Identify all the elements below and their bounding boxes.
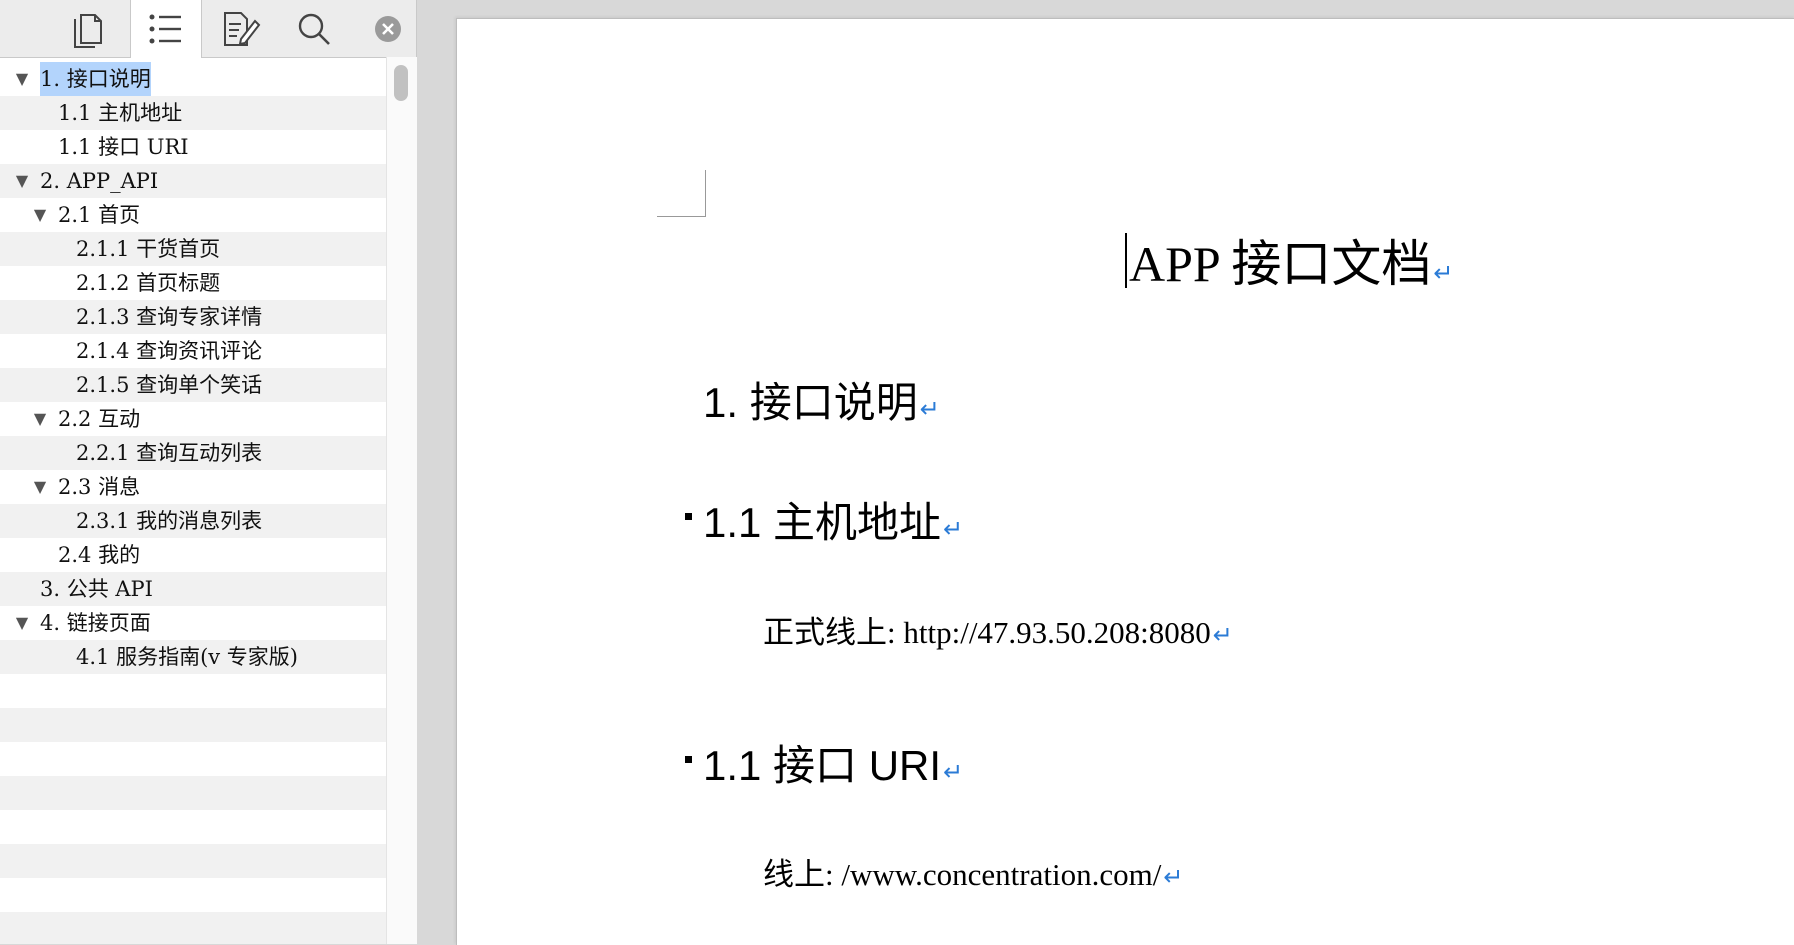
- heading-1[interactable]: 1. 接口说明↵: [703, 369, 940, 430]
- outline-item-label: 2.1.5 查询单个笑话: [76, 373, 263, 397]
- outline-empty-row: [0, 674, 386, 708]
- outline-item-label: 1.1 主机地址: [58, 101, 183, 125]
- outline-item-label: 1. 接口说明: [40, 62, 151, 96]
- outline-item[interactable]: 2.2.1 查询互动列表: [0, 436, 386, 470]
- outline-item-label: 2.1.4 查询资讯评论: [76, 339, 263, 363]
- search-icon: [295, 10, 333, 48]
- outline-item[interactable]: ▼ 2.2 互动: [0, 402, 386, 436]
- outline-item-label: 2.2.1 查询互动列表: [76, 441, 263, 465]
- outline-item-label: 2.4 我的: [58, 543, 141, 567]
- collapse-triangle-icon[interactable]: ▼: [12, 164, 32, 198]
- paragraph-mark-icon: ↵: [1433, 259, 1454, 287]
- paragraph-mark-icon: ↵: [919, 395, 940, 423]
- heading-interface-uri[interactable]: 1.1 接口 URI↵: [685, 732, 964, 793]
- outline-empty-row: [0, 810, 386, 844]
- outline-empty-row: [0, 844, 386, 878]
- outline-item[interactable]: 2.3.1 我的消息列表: [0, 504, 386, 538]
- outline-item[interactable]: 2.4 我的: [0, 538, 386, 572]
- outline-empty-row: [0, 708, 386, 742]
- tab-close[interactable]: [360, 0, 416, 57]
- page-margin-marker: [657, 170, 706, 217]
- tab-pages[interactable]: [58, 0, 118, 57]
- outline-item-label: 4. 链接页面: [40, 611, 151, 635]
- outline-empty-row: [0, 776, 386, 810]
- paragraph-mark-icon: ↵: [943, 758, 964, 786]
- document-page[interactable]: APP 接口文档↵ 1. 接口说明↵ 1.1 主机地址↵ 正式线上: http:…: [456, 18, 1794, 945]
- outline-item[interactable]: ▼ 2. APP_API: [0, 164, 386, 198]
- paragraph-mark-icon: ↵: [1212, 621, 1233, 649]
- heading-bullet-icon: [685, 513, 692, 520]
- tab-search[interactable]: [284, 0, 344, 57]
- outline-item[interactable]: 2.1.4 查询资讯评论: [0, 334, 386, 368]
- outline-item[interactable]: 3. 公共 API: [0, 572, 386, 606]
- document-edit-icon: [219, 9, 261, 49]
- sidebar-tabbar: [0, 0, 416, 58]
- paragraph-text: 正式线上: http://47.93.50.208:8080: [763, 615, 1211, 650]
- outline-item[interactable]: 1.1 接口 URI: [0, 130, 386, 164]
- host-address-paragraph[interactable]: 正式线上: http://47.93.50.208:8080↵: [763, 607, 1233, 652]
- outline-item-label: 2.3.1 我的消息列表: [76, 509, 263, 533]
- scrollbar-thumb[interactable]: [394, 65, 408, 101]
- outline-item-label: 2.2 互动: [58, 407, 141, 431]
- tab-edit[interactable]: [210, 0, 270, 57]
- navigation-sidebar: ▼ 1. 接口说明 1.1 主机地址 1.1 接口 URI ▼ 2. APP_API…: [0, 0, 417, 944]
- outline-empty-row: [0, 742, 386, 776]
- outline-item-label: 2. APP_API: [40, 169, 159, 193]
- outline-item-label: 1.1 接口 URI: [58, 135, 189, 159]
- outline-item-label: 2.1.3 查询专家详情: [76, 305, 263, 329]
- paragraph-mark-icon: ↵: [1163, 863, 1184, 891]
- outline-item-label: 2.1 首页: [58, 203, 141, 227]
- outline-item[interactable]: 2.1.1 干货首页: [0, 232, 386, 266]
- outline-item-label: 3. 公共 API: [40, 577, 153, 601]
- heading-2-text: 1.1 接口 URI: [703, 742, 942, 789]
- paragraph-text: 线上: /www.concentration.com/: [763, 857, 1162, 892]
- document-title-text: APP 接口文档: [1129, 236, 1432, 292]
- outline-item[interactable]: ▼ 4. 链接页面: [0, 606, 386, 640]
- collapse-triangle-icon[interactable]: ▼: [30, 198, 50, 232]
- outline-item[interactable]: 4.1 服务指南(v 专家版): [0, 640, 386, 674]
- heading-host-address[interactable]: 1.1 主机地址↵: [685, 489, 964, 550]
- heading-bullet-icon: [685, 756, 692, 763]
- document-title[interactable]: APP 接口文档↵: [1129, 224, 1453, 296]
- collapse-triangle-icon[interactable]: ▼: [30, 402, 50, 436]
- pages-icon: [69, 9, 107, 49]
- heading-1-text: 1. 接口说明: [703, 379, 918, 426]
- outline-item[interactable]: 1.1 主机地址: [0, 96, 386, 130]
- collapse-triangle-icon[interactable]: ▼: [30, 470, 50, 504]
- close-icon: [373, 14, 403, 44]
- collapse-triangle-icon[interactable]: ▼: [12, 606, 32, 640]
- outline-empty-row: [0, 912, 386, 944]
- outline-item[interactable]: 2.1.5 查询单个笑话: [0, 368, 386, 402]
- outline-item[interactable]: 2.1.3 查询专家详情: [0, 300, 386, 334]
- outline-tree: ▼ 1. 接口说明 1.1 主机地址 1.1 接口 URI ▼ 2. APP_API…: [0, 62, 386, 944]
- outline-item-label: 2.3 消息: [58, 475, 141, 499]
- outline-item-label: 2.1.1 干货首页: [76, 237, 221, 261]
- text-cursor: [1125, 233, 1127, 288]
- paragraph-mark-icon: ↵: [943, 515, 964, 543]
- interface-uri-paragraph[interactable]: 线上: /www.concentration.com/↵: [763, 849, 1183, 894]
- outline-item-label: 4.1 服务指南(v 专家版): [76, 645, 298, 669]
- outline-item[interactable]: ▼ 1. 接口说明: [0, 62, 386, 96]
- outline-empty-row: [0, 878, 386, 912]
- heading-2-text: 1.1 主机地址: [703, 499, 942, 546]
- collapse-triangle-icon[interactable]: ▼: [12, 62, 32, 96]
- outline-scrollbar[interactable]: [386, 57, 417, 944]
- outline-item[interactable]: 2.1.2 首页标题: [0, 266, 386, 300]
- outline-item-label: 2.1.2 首页标题: [76, 271, 221, 295]
- list-icon: [148, 12, 184, 46]
- outline-item[interactable]: ▼ 2.3 消息: [0, 470, 386, 504]
- tab-outline[interactable]: [130, 0, 202, 58]
- outline-item[interactable]: ▼ 2.1 首页: [0, 198, 386, 232]
